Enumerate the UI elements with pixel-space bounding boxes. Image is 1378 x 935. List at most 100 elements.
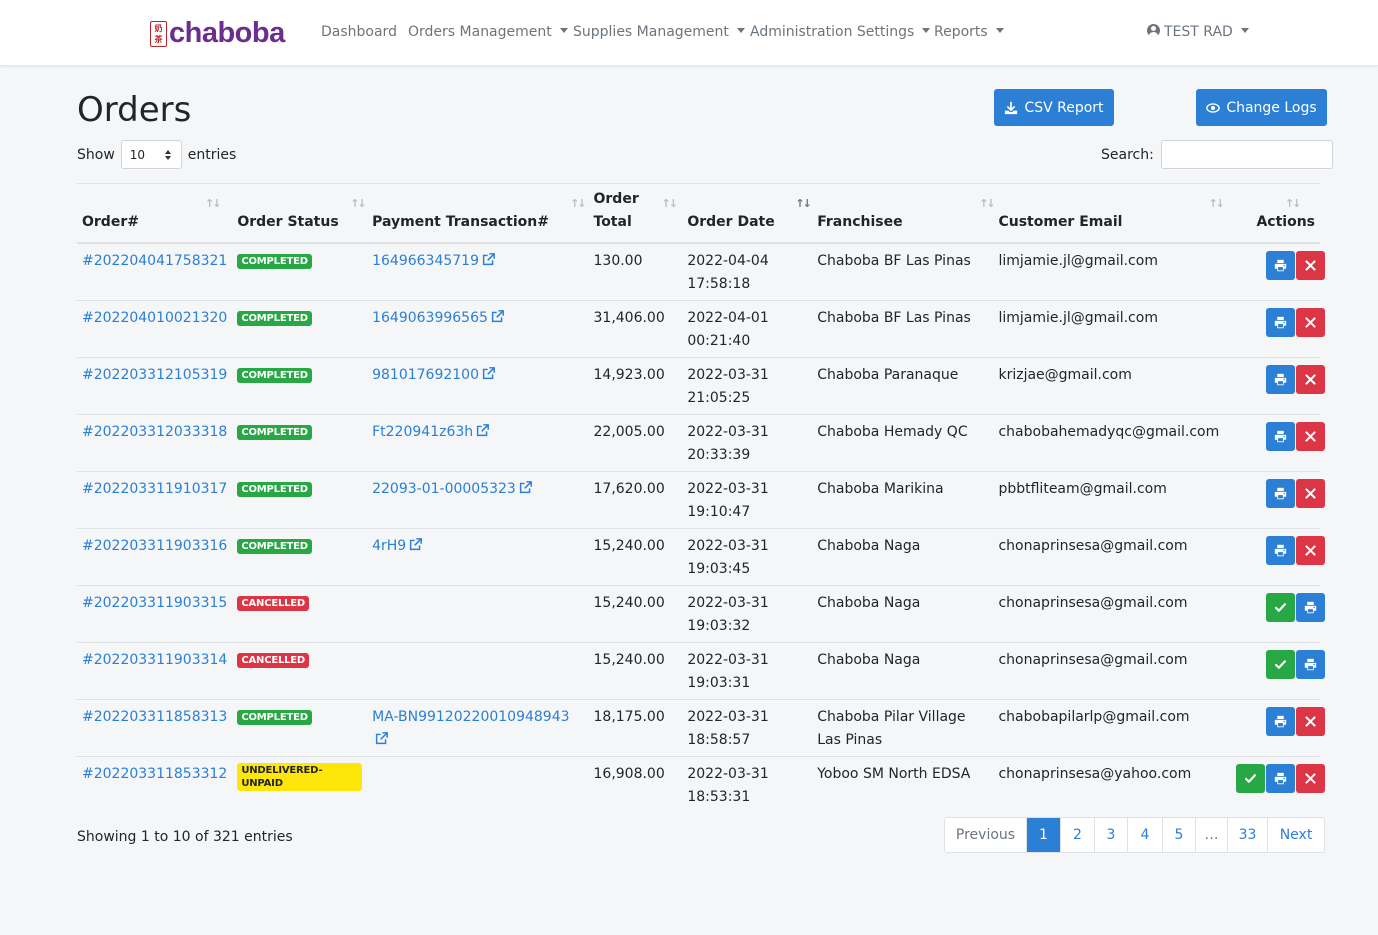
sort-icon: ↑↓ xyxy=(979,197,996,210)
date-cell: 2022-04-04 17:58:18 xyxy=(682,243,812,301)
delete-button[interactable] xyxy=(1296,422,1325,451)
print-button[interactable] xyxy=(1266,536,1295,565)
txn-cell: 1649063996565 xyxy=(367,300,589,358)
status-cell: COMPLETED xyxy=(232,699,368,757)
print-button[interactable] xyxy=(1266,764,1295,793)
print-icon xyxy=(1274,430,1287,443)
order-link[interactable]: #202203311853312 xyxy=(82,766,227,782)
order-cell: #202203311858313 xyxy=(77,699,233,757)
order-link[interactable]: #202203312105319 xyxy=(82,367,227,383)
column-header-franchisee[interactable]: Franchisee ↑↓ xyxy=(812,183,996,244)
page-button-3[interactable]: 3 xyxy=(1094,818,1127,852)
column-header-order[interactable]: Order# ↑↓ xyxy=(77,183,233,244)
search-input[interactable] xyxy=(1160,140,1333,169)
transaction-link[interactable]: 22093-01-00005323 xyxy=(372,481,532,497)
delete-button[interactable] xyxy=(1296,707,1325,736)
delete-button[interactable] xyxy=(1296,365,1325,394)
page-size-select[interactable]: 10 xyxy=(120,140,182,169)
total-cell: 15,240.00 xyxy=(588,528,683,586)
column-header-order-total[interactable]: Order Total ↑↓ xyxy=(588,183,683,244)
nav-orders-management[interactable]: Orders Management xyxy=(408,24,568,40)
nav-supplies-management[interactable]: Supplies Management xyxy=(573,24,745,40)
page-button-2[interactable]: 2 xyxy=(1060,818,1094,852)
franchisee-cell: Chaboba Hemady QC xyxy=(812,414,994,472)
total-cell: 15,240.00 xyxy=(588,642,683,700)
actions-cell xyxy=(1229,585,1325,643)
nav-reports[interactable]: Reports xyxy=(934,24,1004,40)
status-cell: COMPLETED xyxy=(232,471,368,529)
order-link[interactable]: #202203311903314 xyxy=(82,652,227,668)
print-button[interactable] xyxy=(1266,365,1295,394)
pagination: Previous 1 2 3 4 5… 33 Next xyxy=(944,817,1325,853)
txn-cell: 981017692100 xyxy=(367,357,589,415)
delete-button[interactable] xyxy=(1296,251,1325,280)
approve-button[interactable] xyxy=(1266,593,1295,622)
order-link[interactable]: #202204041758321 xyxy=(82,253,227,269)
external-link-icon xyxy=(491,310,504,323)
page-button-next[interactable]: Next xyxy=(1267,818,1324,852)
print-icon xyxy=(1274,772,1287,785)
delete-button[interactable] xyxy=(1296,536,1325,565)
actions-cell xyxy=(1229,471,1325,529)
date-cell: 2022-03-31 19:03:31 xyxy=(682,642,813,700)
caret-down-icon xyxy=(922,28,931,33)
print-button[interactable] xyxy=(1296,650,1325,679)
print-button[interactable] xyxy=(1296,593,1325,622)
order-link[interactable]: #202203311910317 xyxy=(82,481,227,497)
external-link-icon xyxy=(477,424,490,437)
delete-button[interactable] xyxy=(1296,308,1325,337)
transaction-link[interactable]: 164966345719 xyxy=(372,253,495,269)
nav-administration-settings[interactable]: Administration Settings xyxy=(750,24,931,40)
order-link[interactable]: #202204010021320 xyxy=(82,310,227,326)
order-link[interactable]: #202203311903316 xyxy=(82,538,227,554)
order-date: 2022-03-31 xyxy=(687,595,769,611)
page-button-4[interactable]: 4 xyxy=(1127,818,1162,852)
transaction-link[interactable]: MA-BN99120220010948943 xyxy=(372,709,570,748)
status-badge: CANCELLED xyxy=(237,653,310,668)
page-button-1[interactable]: 1 xyxy=(1026,818,1060,852)
transaction-link[interactable]: Ft220941z63h xyxy=(372,424,490,440)
order-date: 2022-03-31 xyxy=(687,538,769,554)
page-button-5[interactable]: 5 xyxy=(1162,818,1195,852)
transaction-link[interactable]: 4rH9 xyxy=(372,538,423,554)
total-cell: 15,240.00 xyxy=(588,585,683,643)
print-icon xyxy=(1274,316,1287,329)
approve-button[interactable] xyxy=(1236,764,1265,793)
approve-button[interactable] xyxy=(1266,650,1295,679)
caret-down-icon xyxy=(736,28,745,33)
row-actions xyxy=(1235,479,1325,508)
nav-user-menu[interactable]: TEST RAD xyxy=(1147,24,1249,40)
brand-logo[interactable]: 奶茶 chaboba xyxy=(150,17,285,50)
order-link[interactable]: #202203312033318 xyxy=(82,424,227,440)
page-button-previous[interactable]: Previous xyxy=(945,818,1026,852)
print-icon xyxy=(1274,487,1287,500)
print-button[interactable] xyxy=(1266,479,1295,508)
franchisee-cell: Chaboba BF Las Pinas xyxy=(817,253,971,269)
user-name: TEST RAD xyxy=(1164,24,1233,40)
column-header-order-date[interactable]: Order Date ↑↓ xyxy=(682,183,813,244)
delete-button[interactable] xyxy=(1296,764,1325,793)
brand-name: chaboba xyxy=(169,17,285,49)
print-button[interactable] xyxy=(1266,251,1295,280)
print-button[interactable] xyxy=(1266,707,1295,736)
column-header-status[interactable]: Order Status ↑↓ xyxy=(232,183,368,244)
transaction-link[interactable]: 981017692100 xyxy=(372,367,495,383)
transaction-link[interactable]: 1649063996565 xyxy=(372,310,504,326)
row-actions xyxy=(1235,593,1325,622)
close-icon xyxy=(1305,431,1316,442)
print-button[interactable] xyxy=(1266,422,1295,451)
column-header-payment-transaction[interactable]: Payment Transaction# ↑↓ xyxy=(367,183,589,244)
print-button[interactable] xyxy=(1266,308,1295,337)
order-link[interactable]: #202203311858313 xyxy=(82,709,227,725)
csv-report-button[interactable]: CSV Report xyxy=(994,89,1114,126)
nav-dashboard[interactable]: Dashboard xyxy=(321,24,397,40)
column-header-actions[interactable]: Actions ↑↓ xyxy=(1229,183,1320,244)
page-button-33[interactable]: 33 xyxy=(1227,818,1267,852)
delete-button[interactable] xyxy=(1296,479,1325,508)
total-cell: 17,620.00 xyxy=(588,471,683,529)
order-link[interactable]: #202203311903315 xyxy=(82,595,227,611)
nav-label: Orders Management xyxy=(408,24,552,40)
column-header-customer-email[interactable]: Customer Email ↑↓ xyxy=(993,183,1230,244)
order-date: 2022-03-31 xyxy=(687,424,769,440)
change-logs-button[interactable]: Change Logs xyxy=(1196,89,1327,126)
